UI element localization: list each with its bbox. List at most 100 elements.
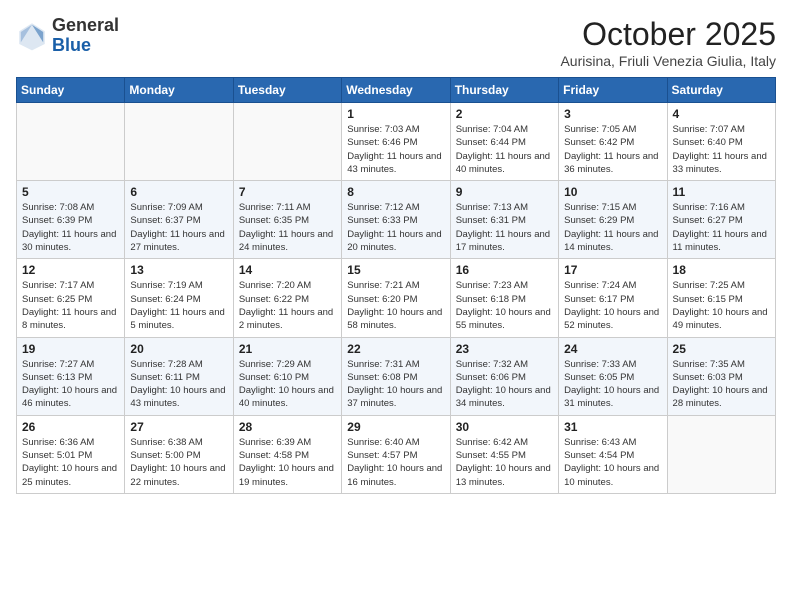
calendar-cell: 24Sunrise: 7:33 AMSunset: 6:05 PMDayligh… xyxy=(559,337,667,415)
day-info: Sunrise: 7:15 AMSunset: 6:29 PMDaylight:… xyxy=(564,201,661,254)
day-info: Sunrise: 6:38 AMSunset: 5:00 PMDaylight:… xyxy=(130,436,227,489)
calendar-cell: 31 Sunrise: 6:43 AMSunset: 4:54 PMDayligh… xyxy=(559,415,667,493)
weekday-header: Sunday xyxy=(17,78,125,103)
calendar-header-row: SundayMondayTuesdayWednesdayThursdayFrid… xyxy=(17,78,776,103)
day-number: 11 xyxy=(673,185,770,199)
logo-text: General Blue xyxy=(52,16,119,56)
calendar-cell xyxy=(125,103,233,181)
calendar-cell: 29Sunrise: 6:40 AMSunset: 4:57 PMDayligh… xyxy=(342,415,450,493)
calendar-cell: 22 Sunrise: 7:31 AMSunset: 6:08 PMDayligh… xyxy=(342,337,450,415)
calendar-cell: 12 Sunrise: 7:17 AMSunset: 6:25 PMDayligh… xyxy=(17,259,125,337)
day-number: 4 xyxy=(673,107,770,121)
calendar-cell: 2 Sunrise: 7:04 AMSunset: 6:44 PMDaylight… xyxy=(450,103,558,181)
calendar-cell xyxy=(667,415,775,493)
day-number: 21 xyxy=(239,342,336,356)
day-number: 16 xyxy=(456,263,553,277)
calendar-table: SundayMondayTuesdayWednesdayThursdayFrid… xyxy=(16,77,776,494)
day-number: 17 xyxy=(564,263,661,277)
day-info: Sunrise: 7:13 AMSunset: 6:31 PMDaylight:… xyxy=(456,201,553,254)
calendar-cell: 25Sunrise: 7:35 AMSunset: 6:03 PMDayligh… xyxy=(667,337,775,415)
calendar-cell: 26 Sunrise: 6:36 AMSunset: 5:01 PMDayligh… xyxy=(17,415,125,493)
day-number: 14 xyxy=(239,263,336,277)
page-header: General Blue October 2025 Aurisina, Friu… xyxy=(16,16,776,69)
day-info: Sunrise: 7:12 AMSunset: 6:33 PMDaylight:… xyxy=(347,201,444,254)
calendar-cell: 14 Sunrise: 7:20 AMSunset: 6:22 PMDayligh… xyxy=(233,259,341,337)
logo-icon xyxy=(16,20,48,52)
day-number: 20 xyxy=(130,342,227,356)
day-info: Sunrise: 7:32 AMSunset: 6:06 PMDaylight:… xyxy=(456,358,553,411)
day-number: 1 xyxy=(347,107,444,121)
day-number: 2 xyxy=(456,107,553,121)
day-number: 10 xyxy=(564,185,661,199)
calendar-cell: 20 Sunrise: 7:28 AMSunset: 6:11 PMDayligh… xyxy=(125,337,233,415)
day-number: 28 xyxy=(239,420,336,434)
day-number: 30 xyxy=(456,420,553,434)
calendar-cell: 21Sunrise: 7:29 AMSunset: 6:10 PMDayligh… xyxy=(233,337,341,415)
calendar-cell: 28 Sunrise: 6:39 AMSunset: 4:58 PMDayligh… xyxy=(233,415,341,493)
day-info: Sunrise: 7:20 AMSunset: 6:22 PMDaylight:… xyxy=(239,279,336,332)
day-info: Sunrise: 6:36 AMSunset: 5:01 PMDaylight:… xyxy=(22,436,119,489)
day-number: 31 xyxy=(564,420,661,434)
day-info: Sunrise: 6:39 AMSunset: 4:58 PMDaylight:… xyxy=(239,436,336,489)
day-number: 24 xyxy=(564,342,661,356)
day-info: Sunrise: 7:17 AMSunset: 6:25 PMDaylight:… xyxy=(22,279,119,332)
day-number: 7 xyxy=(239,185,336,199)
calendar-week-row: 12 Sunrise: 7:17 AMSunset: 6:25 PMDayligh… xyxy=(17,259,776,337)
day-info: Sunrise: 7:23 AMSunset: 6:18 PMDaylight:… xyxy=(456,279,553,332)
day-number: 13 xyxy=(130,263,227,277)
calendar-cell: 11 Sunrise: 7:16 AMSunset: 6:27 PMDayligh… xyxy=(667,181,775,259)
calendar-cell: 16 Sunrise: 7:23 AMSunset: 6:18 PMDayligh… xyxy=(450,259,558,337)
calendar-cell: 8 Sunrise: 7:12 AMSunset: 6:33 PMDaylight… xyxy=(342,181,450,259)
month-title: October 2025 xyxy=(560,16,776,53)
calendar-cell: 18Sunrise: 7:25 AMSunset: 6:15 PMDayligh… xyxy=(667,259,775,337)
weekday-header: Monday xyxy=(125,78,233,103)
title-block: October 2025 Aurisina, Friuli Venezia Gi… xyxy=(560,16,776,69)
calendar-cell: 27Sunrise: 6:38 AMSunset: 5:00 PMDayligh… xyxy=(125,415,233,493)
calendar-cell: 6Sunrise: 7:09 AMSunset: 6:37 PMDaylight… xyxy=(125,181,233,259)
weekday-header: Thursday xyxy=(450,78,558,103)
day-number: 26 xyxy=(22,420,119,434)
day-number: 18 xyxy=(673,263,770,277)
day-number: 6 xyxy=(130,185,227,199)
day-info: Sunrise: 7:16 AMSunset: 6:27 PMDaylight:… xyxy=(673,201,770,254)
day-number: 3 xyxy=(564,107,661,121)
day-info: Sunrise: 7:24 AMSunset: 6:17 PMDaylight:… xyxy=(564,279,661,332)
weekday-header: Tuesday xyxy=(233,78,341,103)
day-number: 25 xyxy=(673,342,770,356)
calendar-cell: 4 Sunrise: 7:07 AMSunset: 6:40 PMDaylight… xyxy=(667,103,775,181)
calendar-cell: 9Sunrise: 7:13 AMSunset: 6:31 PMDaylight… xyxy=(450,181,558,259)
weekday-header: Wednesday xyxy=(342,78,450,103)
calendar-cell: 7Sunrise: 7:11 AMSunset: 6:35 PMDaylight… xyxy=(233,181,341,259)
logo: General Blue xyxy=(16,16,119,56)
day-number: 19 xyxy=(22,342,119,356)
day-info: Sunrise: 7:04 AMSunset: 6:44 PMDaylight:… xyxy=(456,123,553,176)
calendar-week-row: 5Sunrise: 7:08 AMSunset: 6:39 PMDaylight… xyxy=(17,181,776,259)
weekday-header: Friday xyxy=(559,78,667,103)
day-info: Sunrise: 6:43 AMSunset: 4:54 PMDaylight:… xyxy=(564,436,661,489)
calendar-cell: 15Sunrise: 7:21 AMSunset: 6:20 PMDayligh… xyxy=(342,259,450,337)
calendar-cell xyxy=(17,103,125,181)
day-number: 22 xyxy=(347,342,444,356)
day-info: Sunrise: 7:05 AMSunset: 6:42 PMDaylight:… xyxy=(564,123,661,176)
calendar-cell: 13 Sunrise: 7:19 AMSunset: 6:24 PMDayligh… xyxy=(125,259,233,337)
calendar-cell xyxy=(233,103,341,181)
calendar-cell: 30Sunrise: 6:42 AMSunset: 4:55 PMDayligh… xyxy=(450,415,558,493)
day-number: 5 xyxy=(22,185,119,199)
day-number: 8 xyxy=(347,185,444,199)
day-number: 23 xyxy=(456,342,553,356)
calendar-cell: 23 Sunrise: 7:32 AMSunset: 6:06 PMDayligh… xyxy=(450,337,558,415)
weekday-header: Saturday xyxy=(667,78,775,103)
day-info: Sunrise: 7:19 AMSunset: 6:24 PMDaylight:… xyxy=(130,279,227,332)
day-info: Sunrise: 7:28 AMSunset: 6:11 PMDaylight:… xyxy=(130,358,227,411)
day-info: Sunrise: 7:31 AMSunset: 6:08 PMDaylight:… xyxy=(347,358,444,411)
calendar-cell: 17 Sunrise: 7:24 AMSunset: 6:17 PMDayligh… xyxy=(559,259,667,337)
calendar-cell: 3 Sunrise: 7:05 AMSunset: 6:42 PMDaylight… xyxy=(559,103,667,181)
day-number: 12 xyxy=(22,263,119,277)
calendar-week-row: 19Sunrise: 7:27 AMSunset: 6:13 PMDayligh… xyxy=(17,337,776,415)
calendar-cell: 10 Sunrise: 7:15 AMSunset: 6:29 PMDayligh… xyxy=(559,181,667,259)
day-info: Sunrise: 7:07 AMSunset: 6:40 PMDaylight:… xyxy=(673,123,770,176)
calendar-week-row: 1 Sunrise: 7:03 AMSunset: 6:46 PMDaylight… xyxy=(17,103,776,181)
day-info: Sunrise: 7:03 AMSunset: 6:46 PMDaylight:… xyxy=(347,123,444,176)
calendar-cell: 19Sunrise: 7:27 AMSunset: 6:13 PMDayligh… xyxy=(17,337,125,415)
location-subtitle: Aurisina, Friuli Venezia Giulia, Italy xyxy=(560,53,776,69)
